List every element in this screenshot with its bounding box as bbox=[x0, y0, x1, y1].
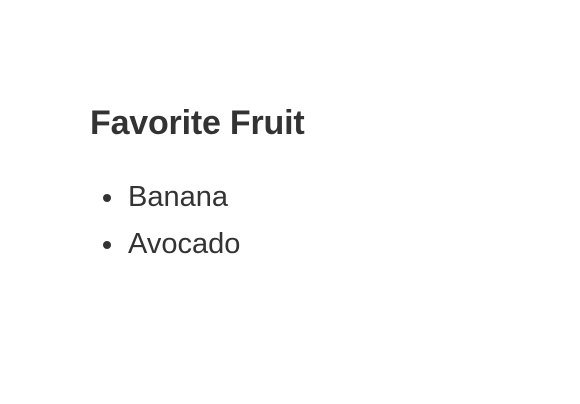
page-content: Favorite Fruit Banana Avocado bbox=[90, 98, 550, 268]
list-item-label: Avocado bbox=[128, 228, 241, 260]
list-item: Banana bbox=[90, 174, 550, 221]
page-title: Favorite Fruit bbox=[90, 104, 305, 142]
fruit-list: Banana Avocado bbox=[90, 174, 550, 268]
bullet-icon bbox=[103, 241, 111, 249]
bullet-icon bbox=[103, 194, 111, 202]
list-item-label: Banana bbox=[128, 181, 228, 213]
list-item: Avocado bbox=[90, 221, 550, 268]
